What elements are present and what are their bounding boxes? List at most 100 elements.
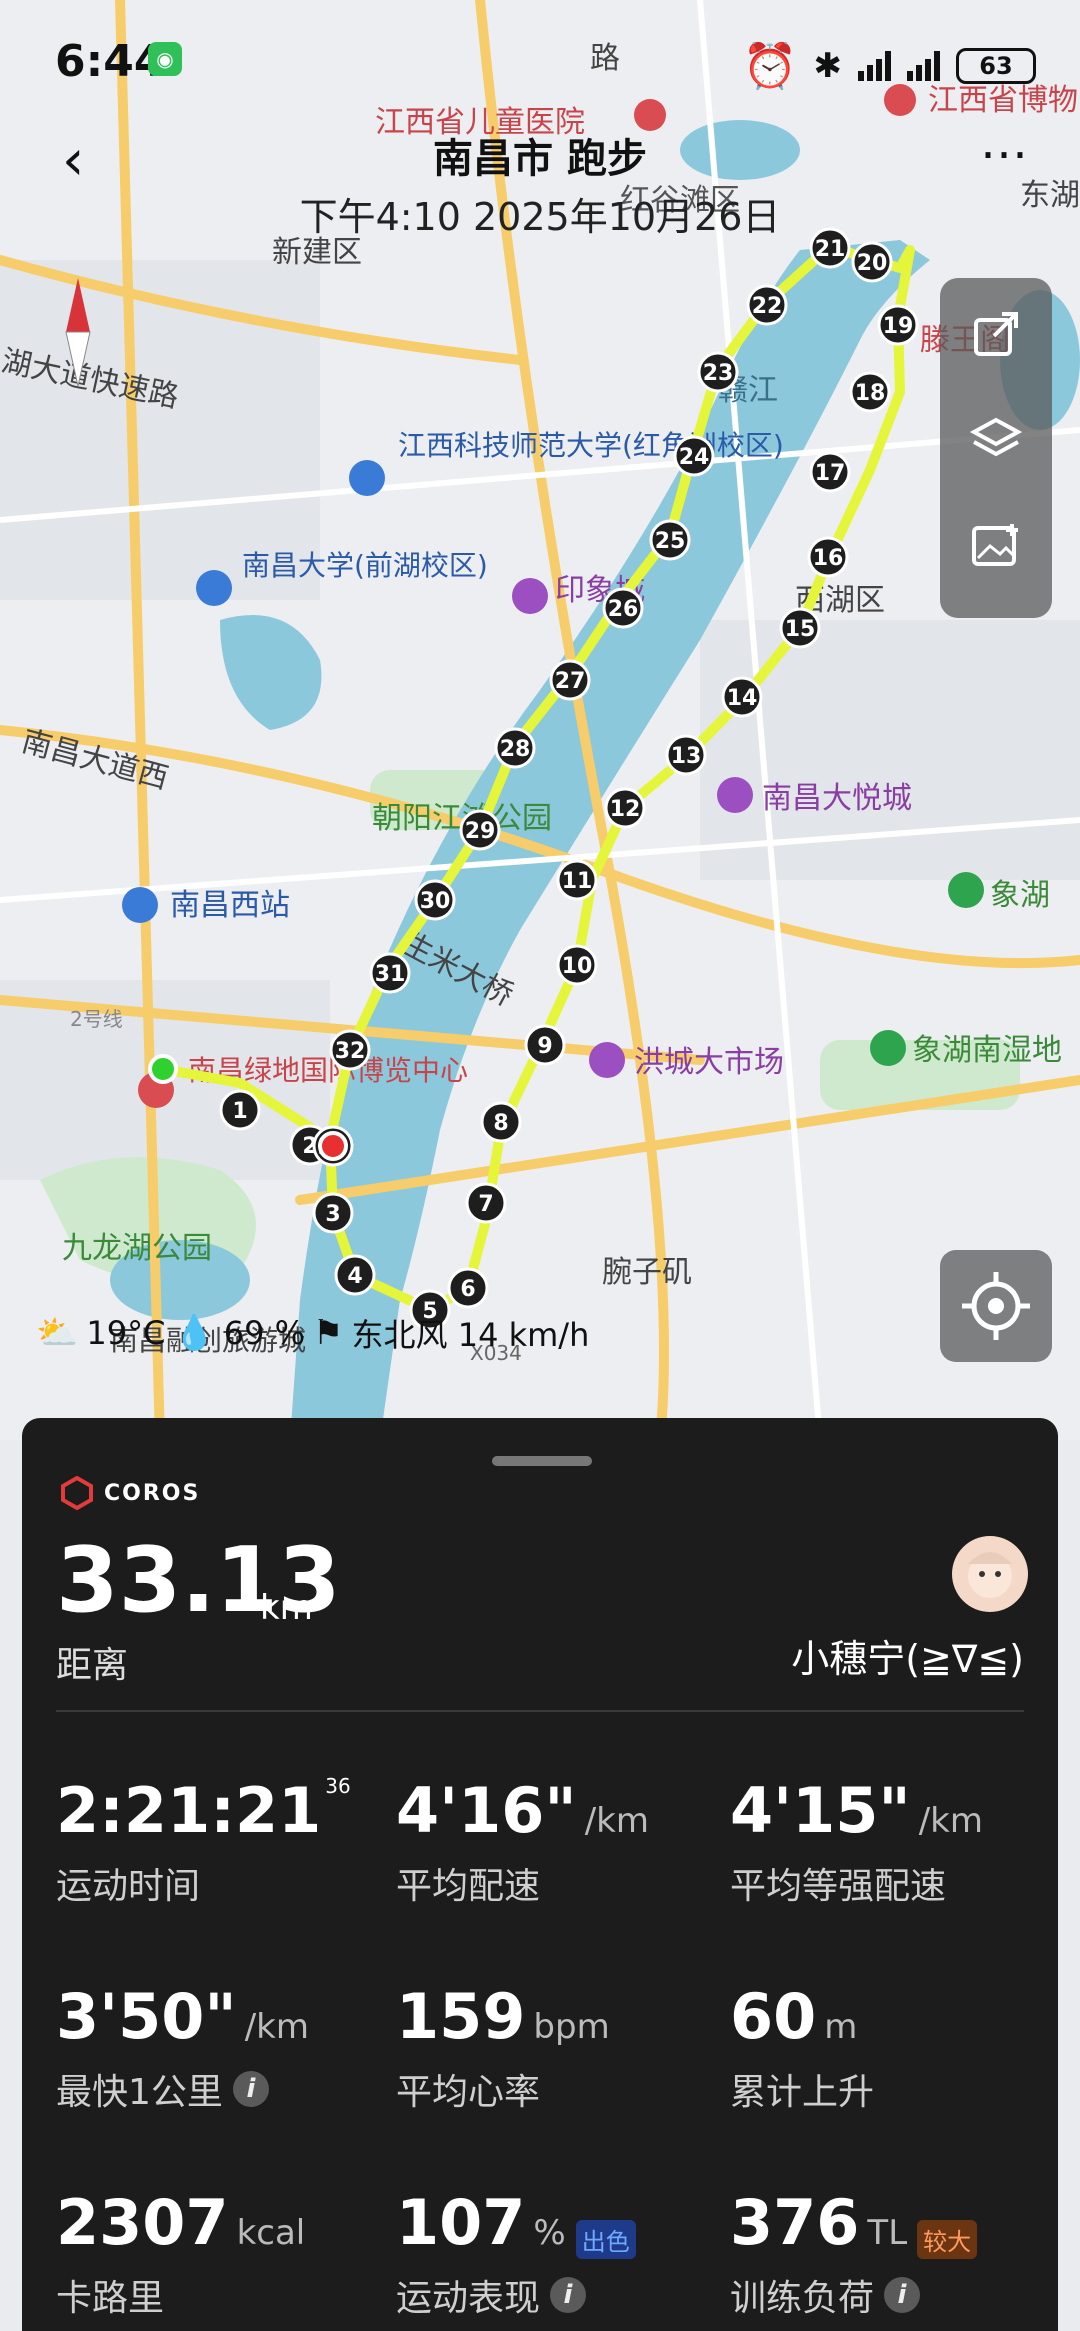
km-marker: 7: [465, 1182, 507, 1224]
map-layers-button[interactable]: [962, 412, 1030, 480]
metric-elevation-gain: 60 m 累计上升: [730, 1980, 875, 2113]
km-marker: 28: [494, 727, 536, 769]
map-label: 九龙湖公园: [62, 1231, 212, 1266]
map-label: 南昌大悦城: [762, 781, 912, 816]
km-marker: 19: [877, 304, 919, 346]
bluetooth-icon: ✱: [813, 46, 843, 86]
km-marker: 10: [556, 944, 598, 986]
map-label: 洪城大市场: [634, 1045, 784, 1080]
km-marker: 9: [524, 1024, 566, 1066]
km-marker-label: 32: [335, 1039, 366, 1064]
activity-datetime: 下午4:10 2025年10月26日: [299, 195, 781, 239]
training-load-badge: 较大: [917, 2220, 978, 2259]
metric-duration: 2:21:21 36 运动时间: [56, 1774, 351, 1907]
km-marker-label: 14: [727, 686, 758, 711]
map-label: 南昌大学(前湖校区): [242, 549, 488, 582]
performance-badge: 出色: [575, 2220, 636, 2259]
start-point: [148, 1054, 178, 1084]
distance-unit: km: [260, 1588, 313, 1628]
km-marker: 25: [649, 519, 691, 561]
km-marker-label: 26: [608, 597, 639, 622]
alarm-icon: ⏰: [742, 41, 798, 92]
share-icon: [974, 312, 1018, 356]
km-marker: 23: [697, 351, 739, 393]
metric-fastest-km: 3'50"/km 最快1公里 i: [56, 1980, 309, 2113]
km-marker-label: 28: [500, 737, 531, 762]
battery-icon: 63: [956, 48, 1036, 84]
wind: 东北风 14 km/h: [351, 1316, 590, 1354]
km-marker-label: 29: [465, 819, 496, 844]
activity-summary-card[interactable]: COROS 33.13 km 距离 小穗宁(≧∇≦) 2:21:21 36 运动时…: [22, 1418, 1058, 2331]
locate-button[interactable]: [940, 1250, 1052, 1362]
info-icon[interactable]: i: [884, 2277, 921, 2313]
map-label: 江西科技师范大学(红角洲校区): [398, 429, 784, 462]
km-marker-label: 1: [232, 1099, 247, 1124]
km-marker: 6: [447, 1267, 489, 1309]
km-marker-label: 8: [493, 1111, 508, 1136]
layers-icon: [969, 417, 1023, 457]
info-icon[interactable]: i: [232, 2071, 269, 2107]
km-marker-label: 11: [562, 869, 593, 894]
map-label: 腕子矶: [602, 1255, 692, 1290]
km-marker-label: 6: [460, 1277, 475, 1302]
brand-logo: COROS: [60, 1476, 200, 1510]
avatar[interactable]: [952, 1536, 1028, 1612]
km-marker: 17: [809, 451, 851, 493]
metric-training-load: 376 TL 较大 训练负荷 i: [730, 2186, 978, 2321]
partly-cloudy-icon: ⛅: [36, 1313, 79, 1353]
km-marker-label: 30: [420, 889, 451, 914]
divider: [56, 1710, 1024, 1712]
map-label: 象湖: [990, 878, 1050, 913]
km-marker-label: 18: [855, 381, 886, 406]
user-name: 小穗宁(≧∇≦): [791, 1637, 1024, 1681]
metric-calories: 2307 kcal 卡路里: [56, 2186, 306, 2319]
metric-performance: 107% 出色 运动表现 i: [396, 2186, 636, 2321]
top-bar: ‹ 南昌市 跑步 下午4:10 2025年10月26日 ⋯: [0, 120, 1080, 239]
km-marker: 18: [849, 371, 891, 413]
km-marker: 29: [459, 809, 501, 851]
km-marker: 24: [673, 435, 715, 477]
km-marker-label: 23: [703, 361, 734, 386]
add-photo-button[interactable]: [962, 518, 1030, 586]
km-marker-label: 20: [857, 251, 888, 276]
km-marker: 3: [312, 1192, 354, 1234]
km-marker-label: 9: [537, 1034, 552, 1059]
add-image-icon: [972, 524, 1018, 566]
page-title: 南昌市 跑步: [433, 136, 647, 182]
wechat-icon: ◉: [148, 42, 182, 76]
km-marker: 32: [329, 1029, 371, 1071]
locate-icon: [962, 1272, 1030, 1340]
km-marker-label: 10: [562, 954, 593, 979]
wind-icon: ⚑: [313, 1313, 344, 1353]
km-marker-label: 17: [815, 461, 846, 486]
humidity: 69 %: [223, 1314, 306, 1352]
km-marker: 12: [604, 787, 646, 829]
km-marker: 30: [414, 879, 456, 921]
km-marker: 16: [807, 536, 849, 578]
map-label: 南昌西站: [170, 888, 290, 923]
km-marker-label: 13: [671, 744, 702, 769]
km-marker-label: 24: [679, 445, 710, 470]
km-marker: 11: [556, 859, 598, 901]
drag-handle[interactable]: [492, 1456, 592, 1466]
km-marker-label: 22: [752, 294, 783, 319]
more-options-button[interactable]: ⋯: [980, 126, 1028, 182]
km-marker: 31: [369, 952, 411, 994]
coros-logo-icon: [61, 1476, 93, 1510]
km-marker-label: 27: [555, 669, 586, 694]
km-marker: 8: [480, 1101, 522, 1143]
km-marker: 26: [602, 587, 644, 629]
km-marker: 27: [549, 659, 591, 701]
info-icon[interactable]: i: [550, 2277, 587, 2313]
signal-icon: [858, 51, 891, 81]
status-bar: 6:44 ◉ ⏰ ✱ 63: [0, 0, 1080, 120]
share-export-button[interactable]: [962, 306, 1030, 374]
map-label: 象湖南湿地: [912, 1033, 1062, 1068]
km-marker: 15: [779, 607, 821, 649]
km-marker-label: 4: [347, 1264, 362, 1289]
km-marker-label: 16: [813, 546, 844, 571]
km-marker: 20: [851, 241, 893, 283]
temperature: 19°C: [86, 1314, 166, 1352]
metric-avg-grade-pace: 4'15"/km 平均等强配速: [730, 1774, 983, 1907]
km-marker-label: 3: [325, 1202, 340, 1227]
